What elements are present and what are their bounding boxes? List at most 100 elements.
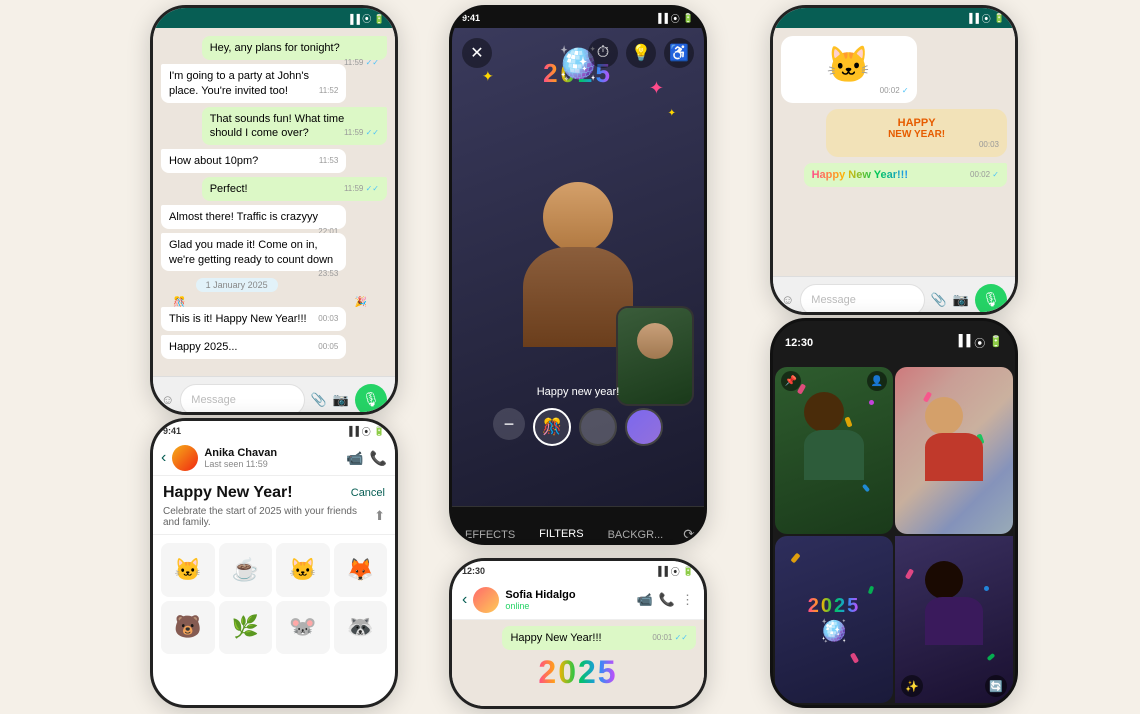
message-input-bar: ☺ Message 📎 📷 🎙 [153, 376, 395, 415]
filter-option-purple[interactable] [625, 408, 663, 446]
send-voice-button[interactable]: 🎙 [975, 284, 1007, 316]
message-text: Perfect! [210, 183, 248, 195]
sticker-time: 00:03 [834, 140, 999, 149]
sticker-pack-title: Happy New Year! [163, 484, 293, 502]
mic-icon: 🎙 [362, 391, 380, 408]
avatar [172, 445, 198, 471]
sticker-item[interactable]: 🐱 [161, 543, 215, 597]
add-person-symbol: 👤 [871, 376, 883, 387]
filters-tab[interactable]: FILTERS [527, 507, 595, 545]
light-symbol: 💡 [631, 43, 651, 63]
refresh-button[interactable]: ⟳ [675, 526, 703, 543]
effects-icon: ✨ [905, 680, 919, 693]
call-icon[interactable]: 📞 [659, 592, 675, 608]
signal-icon: ▐▐ [655, 566, 668, 576]
effects-button[interactable]: ✨ [901, 675, 923, 697]
attach-icon[interactable]: 📎 [931, 292, 947, 308]
sticker-item[interactable]: ☕ [219, 543, 273, 597]
effects-tab[interactable]: EFFECTS [453, 507, 527, 545]
message-bubble: How about 10pm? 11:53 [161, 149, 346, 173]
battery-icon: 🔋 [994, 13, 1005, 24]
contact-info: Anika Chavan Last seen 11:59 [204, 447, 340, 469]
person-head [925, 561, 963, 599]
sparkle-icon: ✦ [482, 68, 494, 85]
status-icons: ▐▐ ⦿ 🔋 [346, 425, 385, 438]
person-body [804, 430, 864, 480]
wifi-icon: ⦿ [671, 12, 680, 25]
camera-icon[interactable]: 📷 [333, 392, 349, 408]
share-icon[interactable]: ⬆ [374, 508, 385, 524]
group-call-header: 12:30 ▐▐ ⦿ 🔋 [773, 321, 1015, 365]
video-call-area: 2025 🪩 ✦ ✦ ✦ Happy new year! ✕ [452, 28, 704, 506]
filters-tab-label: FILTERS [539, 528, 583, 540]
cat-sticker-icon: 🐱 [826, 44, 871, 85]
message-text: This is it! Happy New Year!!! [169, 313, 307, 325]
close-icon: ✕ [470, 43, 483, 63]
accessibility-icon[interactable]: ♿ [664, 38, 694, 68]
more-icon[interactable]: ⋮ [681, 592, 694, 608]
message-bubble: Happy 2025... 00:05 [161, 335, 346, 359]
cancel-button[interactable]: Cancel [351, 487, 385, 499]
sticker-item[interactable]: 🐭 [276, 601, 330, 655]
message-text: That sounds fun! What time should I come… [210, 113, 345, 140]
phone-chat-main: ▐▐ ⦿ 🔋 Hey, any plans for tonight? 11:59… [150, 5, 398, 415]
emoji-icon[interactable]: ☺ [161, 392, 174, 407]
sticker-message: 🐱 00:02 ✓ [781, 36, 917, 103]
filter-option-blur[interactable] [579, 408, 617, 446]
camera-icon[interactable]: 📷 [953, 292, 969, 308]
contact-status: online [505, 601, 630, 611]
sparkle-icon: ✦ [649, 78, 664, 99]
sticker-item[interactable]: 🦊 [334, 543, 388, 597]
chat-area: Happy New Year!!! 00:01 ✓✓ 2025 [452, 620, 704, 709]
participant-add-icon[interactable]: 👤 [867, 371, 887, 391]
video-icon[interactable]: 📹 [637, 592, 653, 608]
status-icons: ▐▐ ⦿ 🔋 [955, 335, 1003, 351]
background-tab-label: BACKGR... [608, 529, 664, 541]
send-voice-button[interactable]: 🎙 [355, 384, 387, 416]
status-time: 9:41 [163, 426, 181, 436]
sticker-pack-description: Celebrate the start of 2025 with your fr… [163, 506, 374, 528]
status-icons: ▐▐ ⦿ 🔋 [347, 12, 385, 25]
status-icons: ▐▐ ⦿ 🔋 [655, 12, 694, 25]
back-icon[interactable]: ‹ [462, 591, 467, 609]
phone-call-icon[interactable]: 📞 [370, 450, 387, 467]
sticker-item[interactable]: 🐻 [161, 601, 215, 655]
sticker-time: 00:02 ✓ [789, 86, 909, 95]
battery-icon: 🔋 [683, 566, 694, 577]
signal-icon: ▐▐ [346, 426, 359, 436]
sticker-item[interactable]: 🐱 [276, 543, 330, 597]
message-time: 00:02 ✓ [970, 170, 999, 181]
video-call-icon[interactable]: 📹 [346, 450, 363, 467]
participant-cell-4: 🔄 ✨ [895, 536, 1013, 703]
emoji-icon[interactable]: ☺ [781, 292, 794, 307]
flip-camera-button[interactable]: 🔄 [985, 675, 1007, 697]
filter-option-sticker[interactable]: 🎊 [533, 408, 571, 446]
status-bar: 9:41 ▐▐ ⦿ 🔋 [153, 421, 395, 441]
chat-background: 🐱 00:02 ✓ HAPPY NEW YEAR! 00:03 Happy Ne… [773, 28, 1015, 276]
sticker-message-out: HAPPY NEW YEAR! 00:03 [826, 109, 1007, 157]
back-icon[interactable]: ‹ [161, 449, 166, 467]
message-bubble: Perfect! 11:59 ✓✓ [202, 177, 387, 201]
message-text: How about 10pm? [169, 155, 258, 167]
message-time: 11:52 [319, 86, 338, 97]
background-tab[interactable]: BACKGR... [596, 507, 676, 545]
sticker-item[interactable]: 🌿 [219, 601, 273, 655]
status-time: 9:41 [462, 13, 480, 23]
close-button[interactable]: ✕ [462, 38, 492, 68]
message-input[interactable]: Message [800, 284, 924, 316]
participant-cell-3: 2025 🪩 [775, 536, 893, 703]
message-input[interactable]: Message [180, 384, 304, 416]
wifi-icon: ⦿ [982, 12, 991, 25]
attach-icon[interactable]: 📎 [311, 392, 327, 408]
timer-icon[interactable]: ⏱ [588, 38, 618, 68]
happy-sticker-text: HAPPY [834, 117, 999, 129]
signal-icon: ▐▐ [655, 13, 668, 23]
signal-icon: ▐▐ [955, 335, 971, 351]
pin-icon[interactable]: 📌 [781, 371, 801, 391]
contact-name: Anika Chavan [204, 447, 340, 459]
flip-icon: 🔄 [989, 680, 1003, 693]
light-icon[interactable]: 💡 [626, 38, 656, 68]
remove-filter-button[interactable]: − [493, 408, 525, 440]
sticker-item[interactable]: 🦝 [334, 601, 388, 655]
status-time: 12:30 [462, 566, 485, 576]
